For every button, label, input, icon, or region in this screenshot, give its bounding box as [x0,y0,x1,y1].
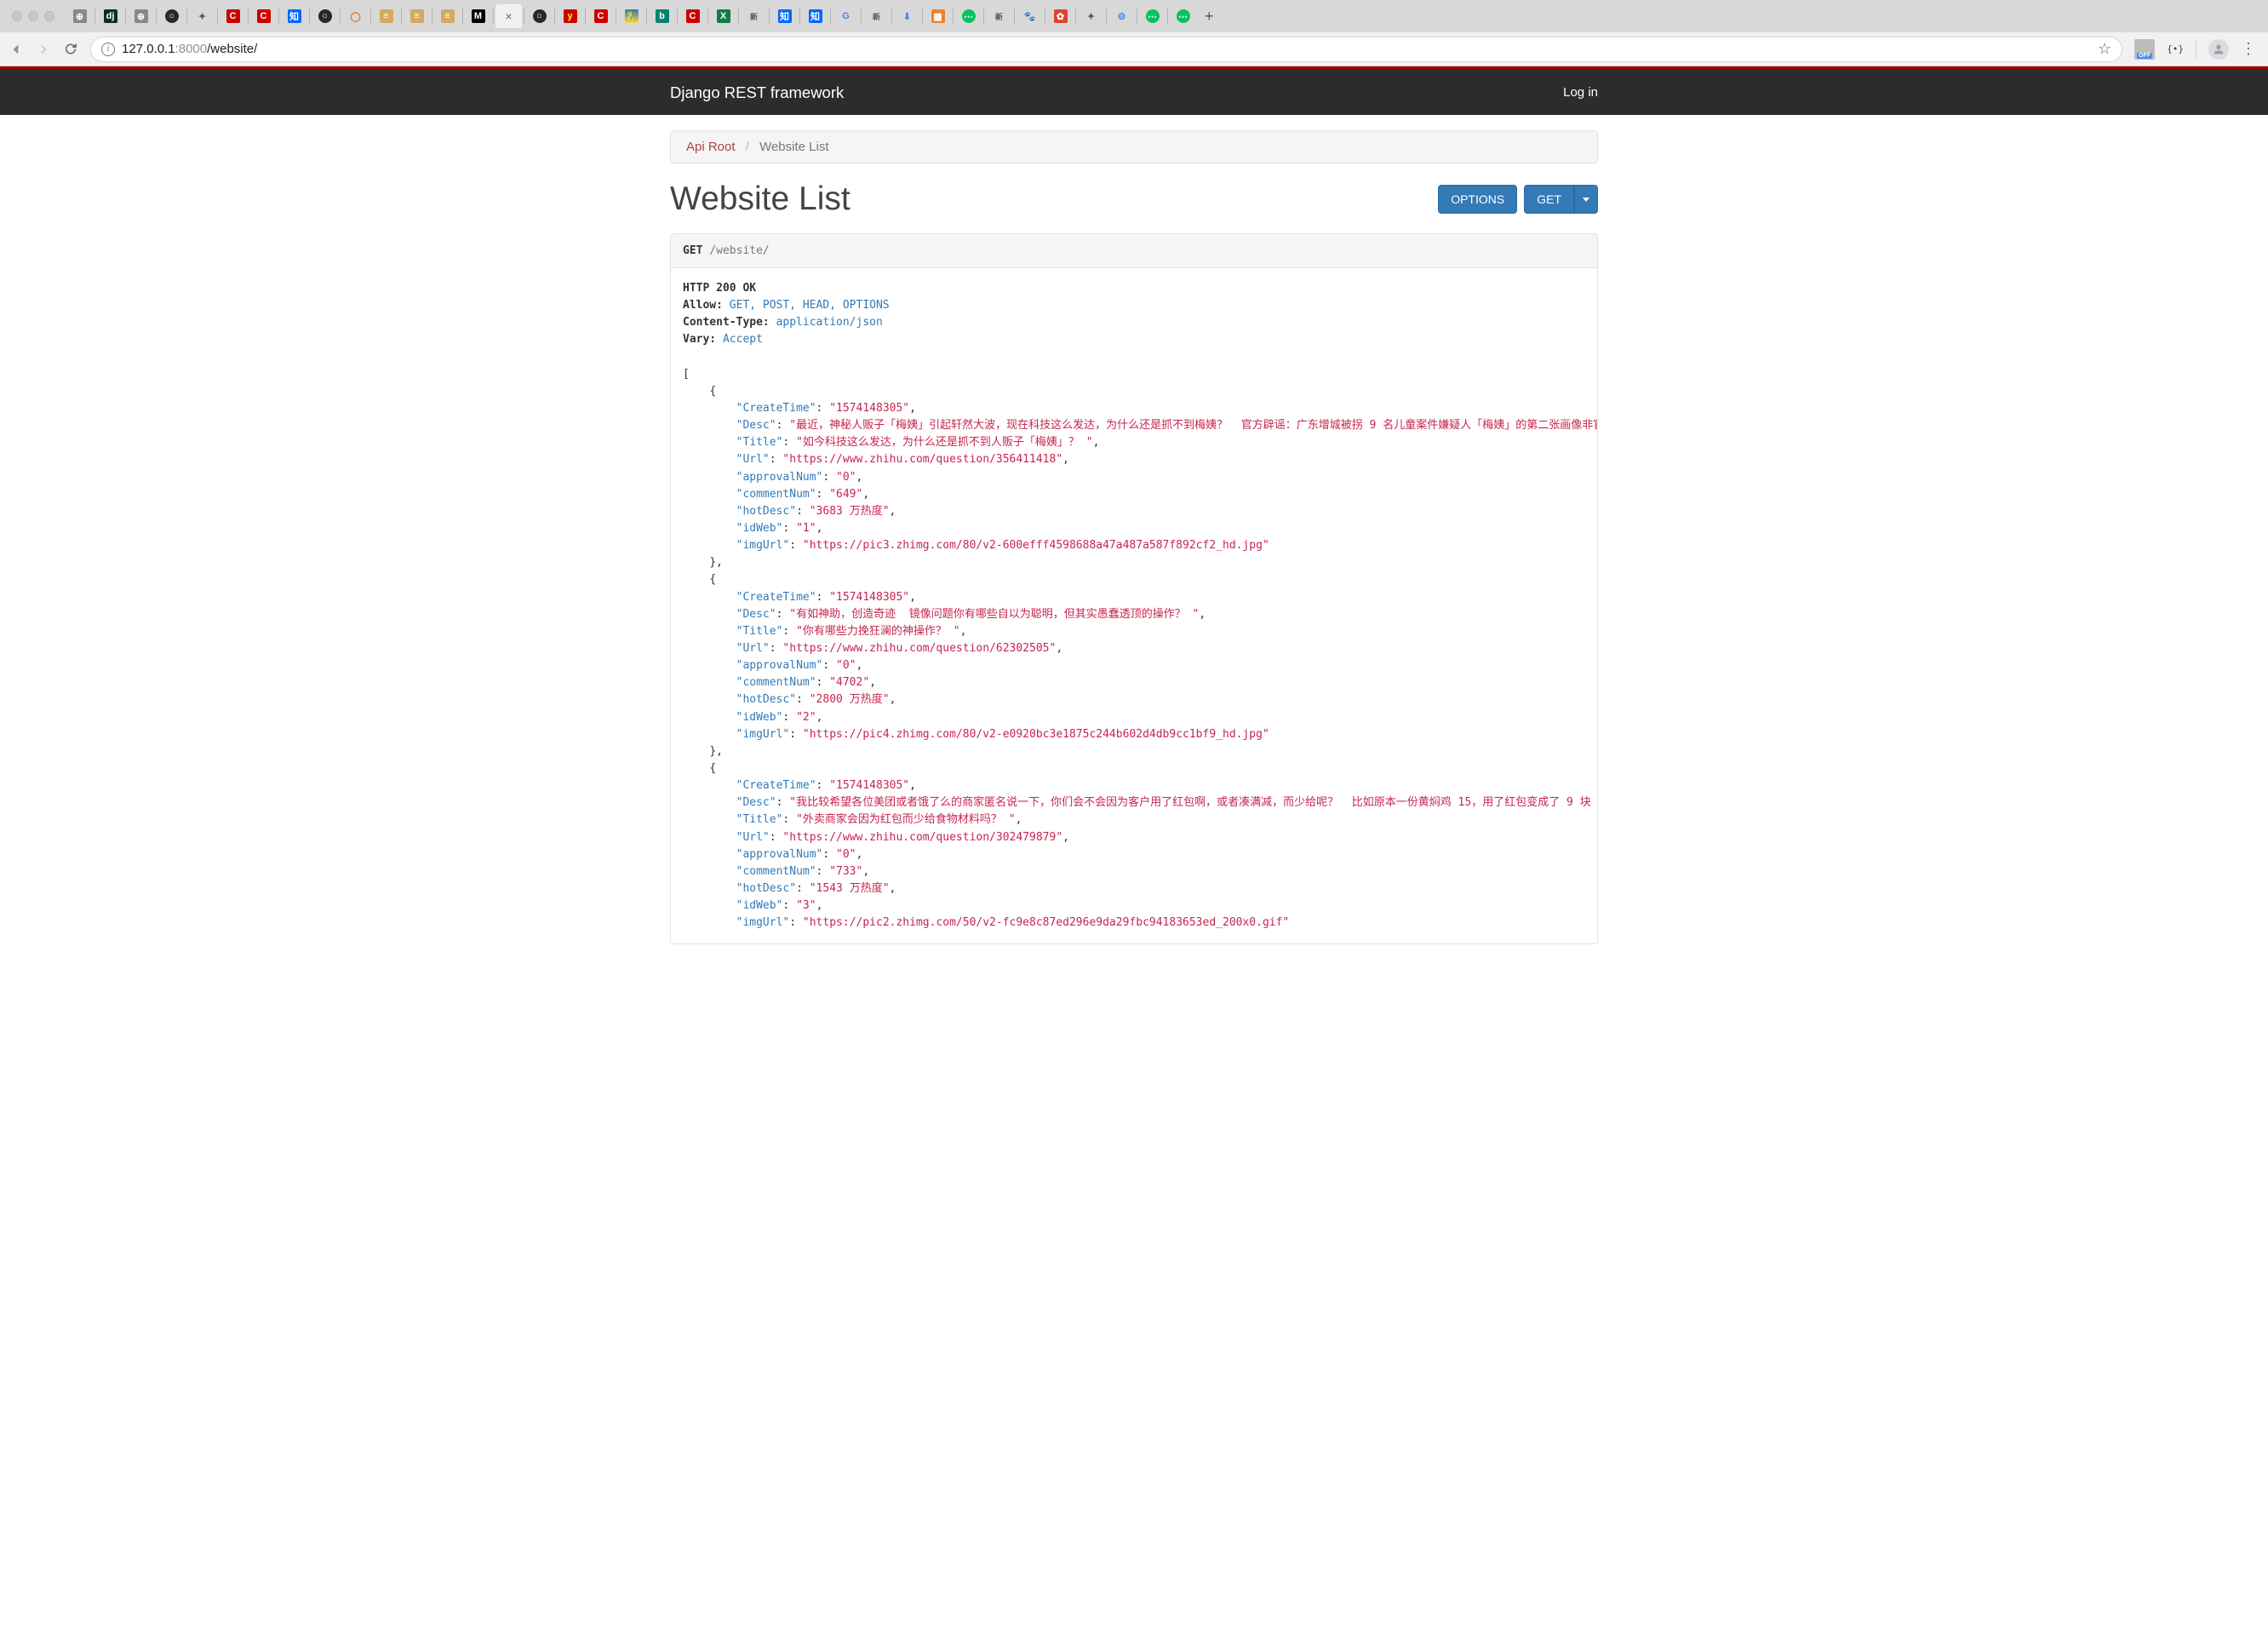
browser-tab[interactable]: ✦ [189,4,215,28]
browser-tab[interactable]: 新 [863,4,890,28]
minimize-window-icon[interactable] [28,11,38,21]
browser-tab[interactable]: ⋯ [955,4,982,28]
browser-tab[interactable]: C [587,4,614,28]
browser-tab[interactable]: ○ [312,4,338,28]
request-line: GET /website/ [670,233,1598,268]
login-link[interactable]: Log in [1563,85,1598,100]
url-text: 127.0.0.1:8000/website/ [122,42,2091,56]
browser-tab[interactable]: G [833,4,859,28]
maximize-window-icon[interactable] [44,11,54,21]
browser-chrome: ⊕ dj ⊕ ○ ✦ C C 知 ○ ◯ ≡ ≡ ≡ M × ○ y C 🐍 b… [0,0,2268,66]
browser-tab[interactable]: ≡ [404,4,430,28]
browser-tab[interactable]: 新 [741,4,767,28]
browser-tab[interactable]: C [679,4,706,28]
request-method: GET [683,244,702,257]
browser-tab[interactable]: y [557,4,583,28]
close-window-icon[interactable] [12,11,22,21]
browser-tab[interactable]: ✿ [1047,4,1074,28]
bookmark-star-icon[interactable]: ☆ [2098,40,2111,58]
browser-tab[interactable]: ⋯ [1139,4,1166,28]
breadcrumb: Api Root / Website List [670,130,1598,163]
reload-button[interactable] [63,42,78,57]
browser-tab[interactable]: ▦ [925,4,951,28]
browser-tab[interactable]: X [710,4,736,28]
browser-tab[interactable]: b [649,4,675,28]
browser-tab[interactable]: 知 [281,4,307,28]
browser-tab[interactable]: ⊕ [128,4,154,28]
browser-tab[interactable]: ✦ [1078,4,1104,28]
browser-tab-active[interactable]: × [495,4,522,28]
browser-tab[interactable]: ⊕ [66,4,93,28]
extension-icon[interactable]: OFF [2134,39,2155,60]
breadcrumb-current: Website List [759,140,828,154]
browser-tab[interactable]: dj [97,4,123,28]
browser-tab[interactable]: ○ [526,4,553,28]
window-controls[interactable] [12,11,54,21]
top-nav: Django REST framework Log in [0,70,2268,115]
address-input[interactable]: i 127.0.0.1:8000/website/ ☆ [90,37,2122,62]
breadcrumb-root-link[interactable]: Api Root [686,140,736,154]
request-path: /website/ [709,244,769,257]
browser-tab[interactable]: 🐍 [618,4,644,28]
browser-tab[interactable]: C [250,4,277,28]
get-button[interactable]: GET [1524,185,1574,214]
extension-json-icon[interactable]: {•} [2167,43,2184,54]
browser-tab[interactable]: ≡ [373,4,399,28]
close-tab-icon[interactable]: × [505,9,512,23]
options-button[interactable]: OPTIONS [1438,185,1517,214]
get-button-group: GET [1524,185,1598,214]
browser-menu-icon[interactable]: ⋮ [2241,40,2256,58]
browser-tab[interactable]: ⚙ [1108,4,1135,28]
tab-bar: ⊕ dj ⊕ ○ ✦ C C 知 ○ ◯ ≡ ≡ ≡ M × ○ y C 🐍 b… [0,0,2268,32]
browser-tab[interactable]: C [220,4,246,28]
browser-tab[interactable]: ⋯ [1170,4,1196,28]
browser-tab[interactable]: 知 [802,4,828,28]
browser-tab[interactable]: ○ [158,4,185,28]
browser-tab[interactable]: 知 [771,4,798,28]
new-tab-button[interactable]: + [1198,8,1221,26]
browser-tab[interactable]: ⬇ [894,4,920,28]
browser-tab[interactable]: 新 [986,4,1012,28]
caret-down-icon [1583,198,1589,202]
forward-button[interactable] [36,42,51,57]
brand-title[interactable]: Django REST framework [670,83,844,102]
browser-tab[interactable]: ◯ [342,4,369,28]
response-body: HTTP 200 OK Allow: GET, POST, HEAD, OPTI… [670,268,1598,944]
back-button[interactable] [9,42,24,57]
page-title: Website List [670,181,850,218]
breadcrumb-sep: / [739,140,756,154]
site-info-icon[interactable]: i [101,43,115,56]
profile-avatar[interactable] [2208,39,2229,60]
get-dropdown-toggle[interactable] [1574,185,1598,214]
browser-tab[interactable]: 🐾 [1017,4,1043,28]
browser-tab[interactable]: M [465,4,491,28]
browser-tab[interactable]: ≡ [434,4,461,28]
address-bar: i 127.0.0.1:8000/website/ ☆ OFF {•} ⋮ [0,32,2268,66]
